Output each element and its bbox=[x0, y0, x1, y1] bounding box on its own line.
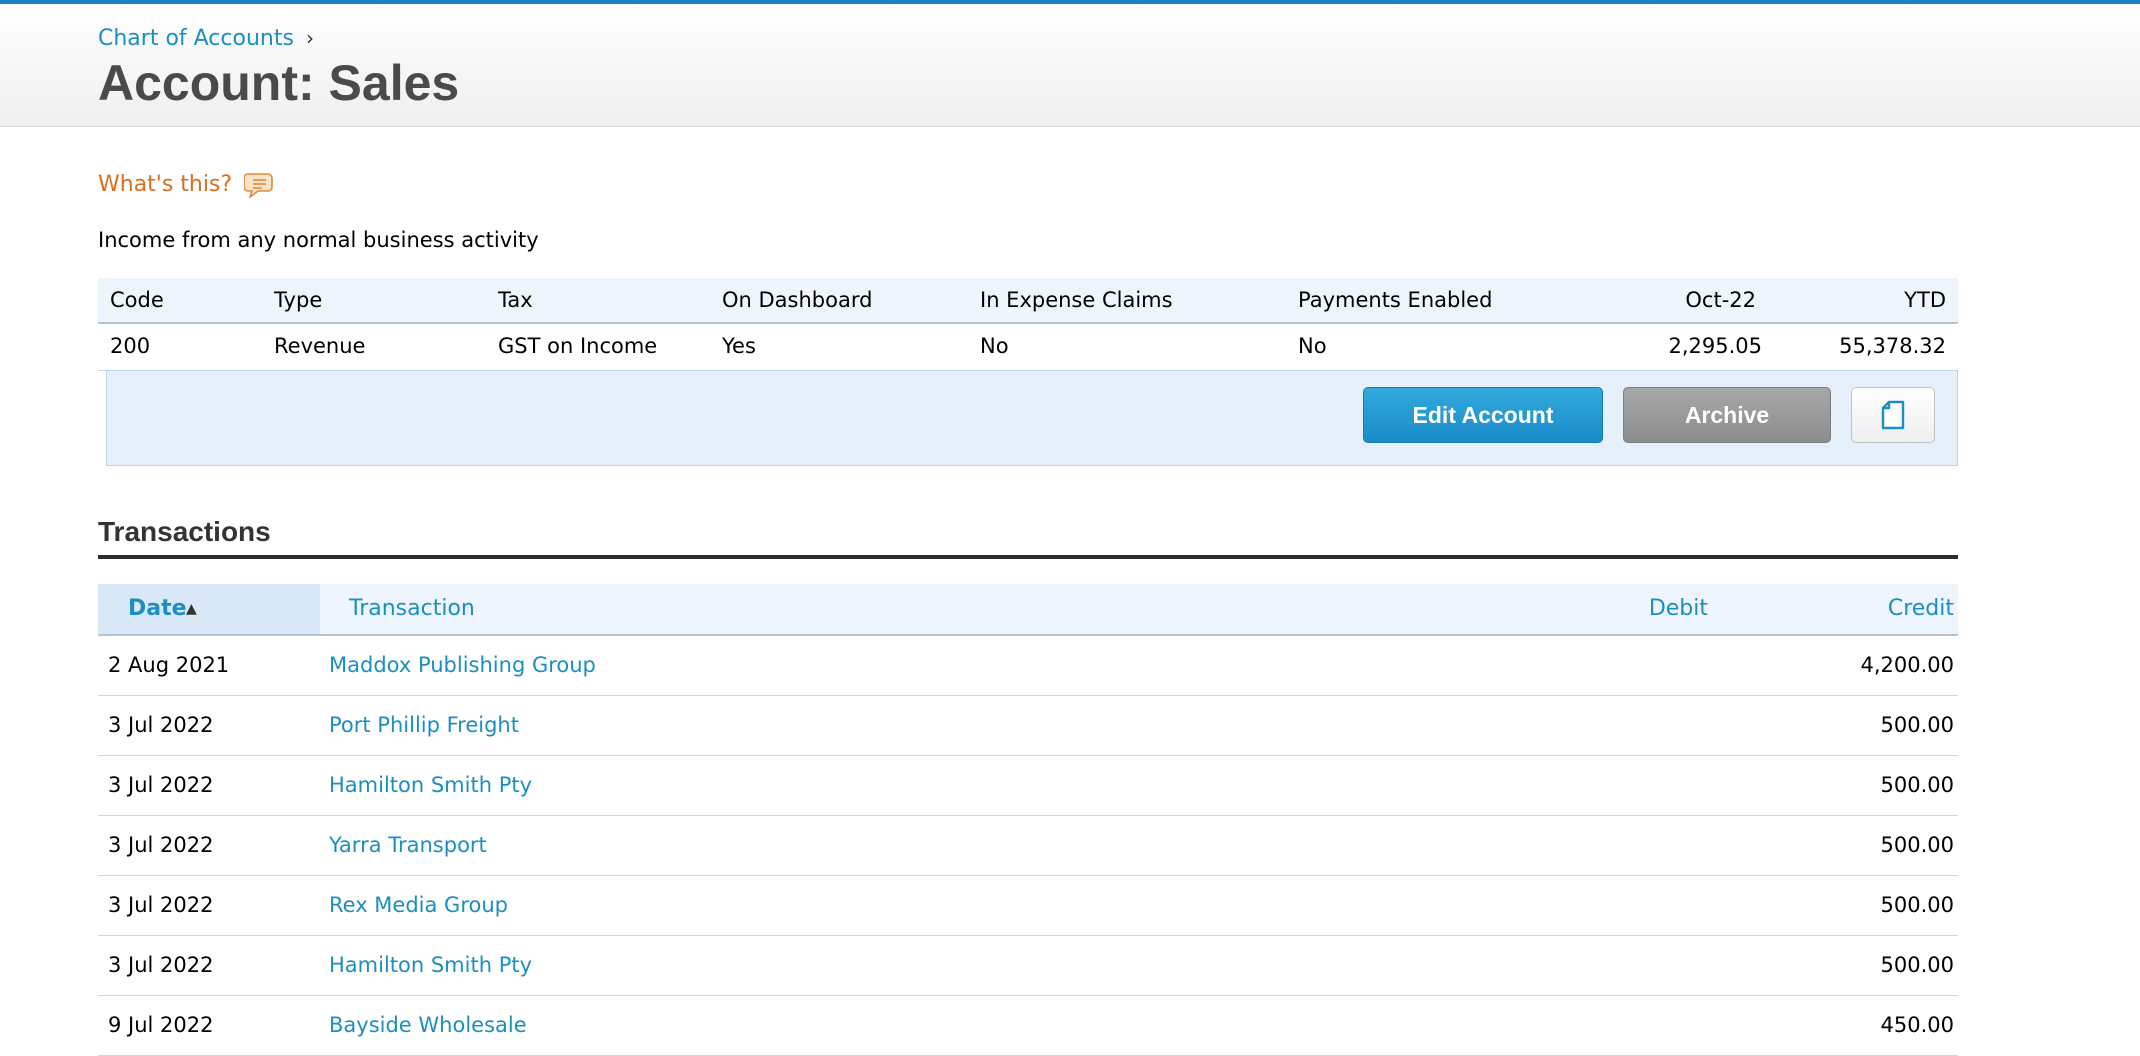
value-ytd: 55,378.32 bbox=[1839, 334, 1946, 358]
speech-bubble-icon[interactable] bbox=[244, 170, 274, 198]
date-sort-label[interactable]: Date bbox=[128, 584, 187, 634]
table-row[interactable]: 3 Jul 2022 Port Phillip Freight 500.00 bbox=[98, 696, 1958, 756]
date-column-header[interactable]: Date ▲ bbox=[98, 584, 320, 634]
copy-document-button[interactable] bbox=[1851, 387, 1935, 443]
account-info-row: 200 Revenue GST on Income Yes No No 2,29… bbox=[98, 324, 1958, 371]
transaction-credit: 500.00 bbox=[1880, 773, 1954, 797]
credit-column-header[interactable]: Credit bbox=[1888, 584, 1954, 634]
transactions-header: Date ▲ Transaction Debit Credit bbox=[98, 584, 1958, 636]
page-title: Account: Sales bbox=[98, 55, 460, 111]
breadcrumb-separator: › bbox=[305, 26, 314, 50]
value-payments-enabled: No bbox=[1298, 334, 1327, 358]
table-row[interactable]: 3 Jul 2022 Hamilton Smith Pty 500.00 bbox=[98, 756, 1958, 816]
value-code: 200 bbox=[110, 334, 151, 358]
page-header: Chart of Accounts › Account: Sales bbox=[0, 4, 2140, 127]
section-divider bbox=[98, 555, 1958, 559]
transaction-date: 3 Jul 2022 bbox=[108, 953, 214, 977]
table-row[interactable]: 3 Jul 2022 Yarra Transport 500.00 bbox=[98, 816, 1958, 876]
transaction-credit: 450.00 bbox=[1880, 1013, 1954, 1037]
debit-column-header[interactable]: Debit bbox=[1649, 584, 1708, 634]
account-description: Income from any normal business activity bbox=[98, 228, 539, 252]
account-action-bar: Edit Account Archive bbox=[106, 370, 1958, 466]
value-tax: GST on Income bbox=[498, 334, 658, 358]
transaction-name-link[interactable]: Rex Media Group bbox=[329, 876, 508, 935]
transaction-date: 3 Jul 2022 bbox=[108, 773, 214, 797]
transactions-list: 2 Aug 2021 Maddox Publishing Group 4,200.0… bbox=[98, 636, 1958, 1056]
table-row[interactable]: 3 Jul 2022 Hamilton Smith Pty 500.00 bbox=[98, 936, 1958, 996]
header-code: Code bbox=[110, 288, 164, 312]
transaction-credit: 500.00 bbox=[1880, 893, 1954, 917]
header-in-expense-claims: In Expense Claims bbox=[980, 288, 1173, 312]
value-type: Revenue bbox=[274, 334, 366, 358]
transaction-name-link[interactable]: Yarra Transport bbox=[329, 816, 487, 875]
header-tax: Tax bbox=[498, 288, 533, 312]
transaction-date: 3 Jul 2022 bbox=[108, 713, 214, 737]
header-type: Type bbox=[274, 288, 323, 312]
transaction-credit: 500.00 bbox=[1880, 833, 1954, 857]
transaction-name-link[interactable]: Port Phillip Freight bbox=[329, 696, 519, 755]
transaction-name-link[interactable]: Hamilton Smith Pty bbox=[329, 936, 532, 995]
table-row[interactable]: 9 Jul 2022 Bayside Wholesale 450.00 bbox=[98, 996, 1958, 1056]
archive-button[interactable]: Archive bbox=[1623, 387, 1831, 443]
transaction-credit: 4,200.00 bbox=[1860, 653, 1954, 677]
account-info-table: Code Type Tax On Dashboard In Expense Cl… bbox=[98, 278, 1958, 371]
header-payments-enabled: Payments Enabled bbox=[1298, 288, 1493, 312]
transaction-date: 3 Jul 2022 bbox=[108, 893, 214, 917]
sort-ascending-icon: ▲ bbox=[186, 601, 197, 617]
header-on-dashboard: On Dashboard bbox=[722, 288, 873, 312]
transaction-date: 9 Jul 2022 bbox=[108, 1013, 214, 1037]
transaction-credit: 500.00 bbox=[1880, 713, 1954, 737]
table-row[interactable]: 2 Aug 2021 Maddox Publishing Group 4,200.0… bbox=[98, 636, 1958, 696]
breadcrumb-chart-of-accounts[interactable]: Chart of Accounts bbox=[98, 26, 294, 51]
document-copy-icon bbox=[1881, 400, 1905, 430]
whats-this-help[interactable]: What's this? bbox=[98, 170, 274, 198]
transaction-name-link[interactable]: Maddox Publishing Group bbox=[329, 636, 596, 695]
transaction-credit: 500.00 bbox=[1880, 953, 1954, 977]
transaction-date: 2 Aug 2021 bbox=[108, 653, 230, 677]
edit-account-button[interactable]: Edit Account bbox=[1363, 387, 1603, 443]
breadcrumb: Chart of Accounts › bbox=[98, 26, 314, 51]
transaction-date: 3 Jul 2022 bbox=[108, 833, 214, 857]
header-oct-22: Oct-22 bbox=[1685, 288, 1756, 312]
transactions-title: Transactions bbox=[98, 516, 271, 547]
account-info-header: Code Type Tax On Dashboard In Expense Cl… bbox=[98, 278, 1958, 324]
value-on-dashboard: Yes bbox=[722, 334, 756, 358]
value-in-expense-claims: No bbox=[980, 334, 1009, 358]
transaction-name-link[interactable]: Bayside Wholesale bbox=[329, 996, 527, 1055]
transaction-name-link[interactable]: Hamilton Smith Pty bbox=[329, 756, 532, 815]
value-oct-22: 2,295.05 bbox=[1668, 334, 1762, 358]
header-ytd: YTD bbox=[1904, 288, 1946, 312]
table-row[interactable]: 3 Jul 2022 Rex Media Group 500.00 bbox=[98, 876, 1958, 936]
whats-this-link[interactable]: What's this? bbox=[98, 172, 232, 197]
transaction-column-header[interactable]: Transaction bbox=[349, 584, 475, 634]
